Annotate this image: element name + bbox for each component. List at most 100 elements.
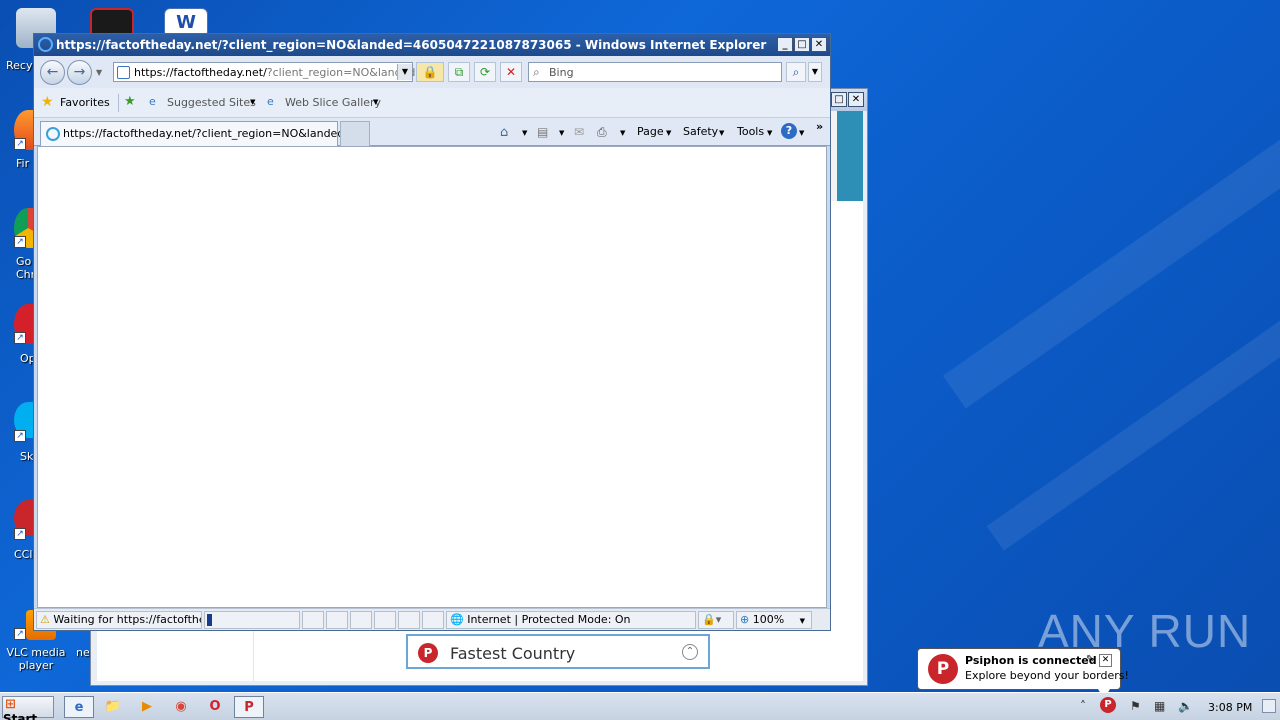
dropdown-arrow-icon: ▼ — [799, 617, 806, 625]
tab-current[interactable]: https://factoftheday.net/?client_region=… — [40, 121, 355, 146]
status-pane — [422, 611, 444, 629]
search-button[interactable]: ⌕ — [786, 62, 806, 82]
desktop-icon-label: VLC media player — [6, 646, 66, 672]
wallpaper-stripe — [942, 31, 1280, 409]
dropdown-arrow-icon[interactable]: ▼ — [799, 129, 804, 137]
print-icon[interactable]: ⎙ — [597, 125, 607, 140]
chevron-up-icon[interactable]: ⌃ — [682, 644, 698, 660]
separator — [118, 94, 119, 112]
close-icon[interactable]: ✕ — [1099, 654, 1112, 667]
status-pane — [374, 611, 396, 629]
shortcut-arrow-icon: ↗ — [14, 528, 26, 540]
shortcut-arrow-icon: ↗ — [14, 236, 26, 248]
search-options-icon[interactable]: ▼ — [808, 62, 822, 82]
favorites-bar: ★ Favorites ★ e Suggested Sites ▼ e Web … — [34, 88, 830, 118]
favorites-button[interactable]: Favorites — [60, 96, 110, 109]
progress-fill — [207, 614, 212, 626]
new-tab-button[interactable] — [340, 121, 370, 146]
ie-page-icon: e — [149, 95, 156, 108]
address-bar[interactable]: https://factoftheday.net/?client_region=… — [113, 62, 425, 82]
settings-icon[interactable]: ✎ — [1086, 654, 1094, 665]
suggested-sites-link[interactable]: Suggested Sites — [167, 96, 256, 109]
notification-balloon[interactable]: P Psiphon is connected Explore beyond yo… — [917, 648, 1129, 699]
page-content[interactable] — [37, 146, 827, 608]
region-selector-label: Fastest Country — [450, 644, 576, 663]
compatibility-view-icon[interactable]: ⧉ — [448, 62, 470, 82]
ie-window: https://factoftheday.net/?client_region=… — [33, 33, 831, 631]
help-icon[interactable]: ? — [781, 123, 797, 139]
ie-page-icon: e — [267, 95, 274, 108]
shortcut-arrow-icon: ↗ — [14, 332, 26, 344]
media-player-taskbar-button[interactable]: ▶ — [132, 696, 162, 718]
page-icon — [117, 66, 130, 79]
dropdown-arrow-icon[interactable]: ▼ — [620, 129, 625, 137]
dropdown-arrow-icon[interactable]: ▼ — [522, 129, 527, 137]
maximize-button[interactable]: □ — [831, 92, 847, 107]
stop-icon[interactable]: ✕ — [500, 62, 522, 82]
safety-menu[interactable]: Safety — [683, 125, 718, 138]
psiphon-logo-icon: P — [418, 643, 438, 663]
zoom-control[interactable]: ⊕ 100% ▼ — [736, 611, 812, 629]
back-button[interactable]: ← — [40, 60, 65, 85]
psiphon-logo-icon: P — [928, 654, 958, 684]
minimize-button[interactable]: _ — [777, 37, 793, 52]
status-pane — [398, 611, 420, 629]
dropdown-arrow-icon: ▼ — [719, 129, 725, 137]
region-selector[interactable]: P Fastest Country ⌃ — [406, 634, 710, 669]
explorer-taskbar-button[interactable]: 📁 — [98, 696, 128, 718]
dropdown-arrow-icon[interactable]: ▼ — [373, 98, 378, 106]
action-center-flag-icon[interactable]: ⚑ — [1130, 699, 1141, 713]
loading-icon — [46, 127, 60, 141]
zoom-level: 100% — [752, 613, 785, 626]
search-icon: ⌕ — [533, 65, 540, 79]
show-desktop-button[interactable] — [1262, 699, 1276, 713]
address-host: https://factoftheday.net/ — [134, 66, 267, 79]
ie-logo-icon — [38, 37, 53, 52]
opera-taskbar-button[interactable]: O — [200, 696, 230, 718]
security-zone[interactable]: 🌐 Internet | Protected Mode: On — [446, 611, 696, 629]
notification-message: Explore beyond your borders! — [965, 669, 1129, 682]
notification-title: Psiphon is connected — [965, 654, 1097, 667]
status-message: ⚠ Waiting for https://factofthec — [36, 611, 202, 629]
history-dropdown-icon[interactable]: ▼ — [96, 68, 102, 77]
dropdown-arrow-icon[interactable]: ▼ — [559, 129, 564, 137]
protected-mode-icon[interactable]: 🔒▾ — [698, 611, 734, 629]
search-placeholder: Bing — [549, 66, 574, 79]
chevron-right-icon[interactable]: » — [816, 120, 823, 133]
dropdown-arrow-icon: ▼ — [666, 129, 672, 137]
psiphon-tray-icon[interactable]: P — [1100, 697, 1116, 713]
close-button[interactable]: ✕ — [811, 37, 827, 52]
volume-icon[interactable]: 🔈 — [1178, 699, 1193, 713]
lock-icon[interactable]: 🔒 — [416, 62, 444, 82]
page-menu[interactable]: Page — [637, 125, 664, 138]
show-hidden-icons[interactable]: ˄ — [1080, 699, 1086, 713]
shortcut-arrow-icon: ↗ — [14, 430, 26, 442]
ie-titlebar[interactable]: https://factoftheday.net/?client_region=… — [34, 34, 830, 56]
desktop-icon-label: Recy — [6, 59, 33, 72]
progress-bar — [204, 611, 300, 629]
network-icon[interactable]: ▦ — [1154, 699, 1165, 713]
zoom-icon: ⊕ — [740, 613, 750, 626]
navigation-bar: ← → ▼ https://factoftheday.net/?client_r… — [34, 56, 830, 88]
ie-taskbar-button[interactable]: e — [64, 696, 94, 718]
chrome-taskbar-button[interactable]: ◉ — [166, 696, 196, 718]
status-pane — [302, 611, 324, 629]
mail-icon[interactable]: ✉ — [574, 125, 584, 139]
feeds-icon[interactable]: ▤ — [537, 125, 548, 139]
tools-menu[interactable]: Tools — [737, 125, 764, 138]
refresh-icon[interactable]: ⟳ — [474, 62, 496, 82]
web-slice-gallery-link[interactable]: Web Slice Gallery — [285, 96, 381, 109]
forward-button[interactable]: → — [67, 60, 92, 85]
status-text: Waiting for https://factofthec — [53, 613, 202, 626]
add-favorite-icon[interactable]: ★ — [124, 94, 136, 109]
address-dropdown-icon[interactable]: ▼ — [397, 64, 412, 80]
home-icon[interactable]: ⌂ — [500, 125, 508, 140]
clock[interactable]: 3:08 PM — [1208, 701, 1252, 714]
start-button[interactable]: ⊞ Start — [2, 696, 54, 720]
dropdown-arrow-icon[interactable]: ▼ — [250, 98, 255, 106]
search-input[interactable]: ⌕ Bing — [528, 62, 782, 82]
start-label: Start — [3, 712, 38, 720]
close-button[interactable]: ✕ — [848, 92, 864, 107]
maximize-button[interactable]: □ — [794, 37, 810, 52]
psiphon-taskbar-button[interactable]: P — [234, 696, 264, 718]
